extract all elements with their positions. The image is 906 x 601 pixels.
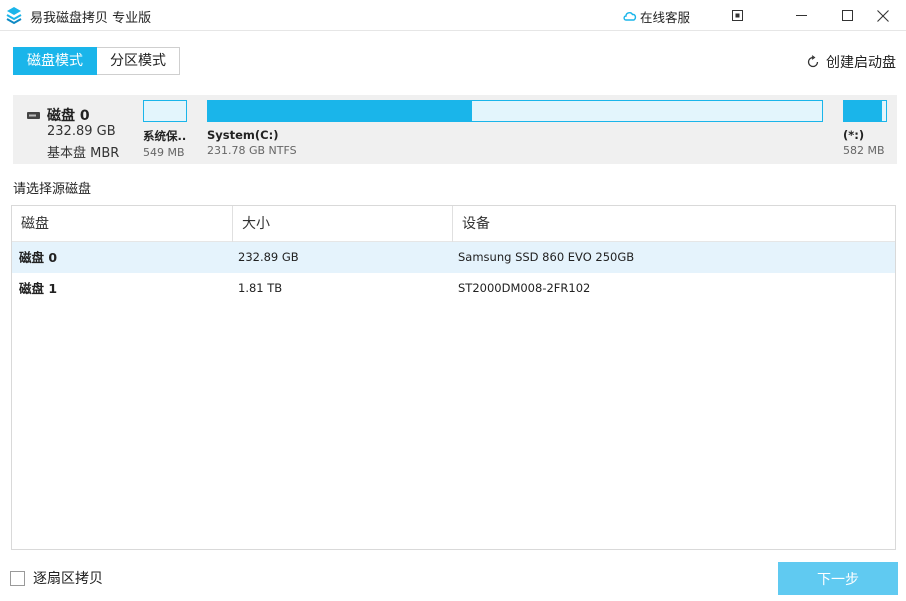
- sector-by-sector-label: 逐扇区拷贝: [33, 571, 103, 587]
- close-button[interactable]: [860, 0, 906, 31]
- partition-info: 549 MB ...: [143, 146, 187, 159]
- disk-table: 磁盘 大小 设备 磁盘 0 232.89 GB Samsung SSD 860 …: [11, 205, 896, 550]
- minimize-button[interactable]: [778, 0, 824, 31]
- mode-tabs: 磁盘模式 分区模式: [13, 47, 180, 75]
- partition-unlabeled[interactable]: (*:) 582 MB ...: [843, 100, 887, 157]
- pin-window-icon: [731, 10, 743, 21]
- partition-info: 231.78 GB NTFS: [207, 144, 297, 157]
- partition-info: 582 MB ...: [843, 144, 887, 157]
- partition-name: System(C:): [207, 128, 279, 142]
- select-source-disk-label: 请选择源磁盘: [13, 182, 92, 197]
- tab-disk-mode[interactable]: 磁盘模式: [13, 47, 97, 75]
- table-row[interactable]: 磁盘 0 232.89 GB Samsung SSD 860 EVO 250GB: [12, 242, 895, 273]
- disk-name: 磁盘 0: [47, 108, 90, 124]
- app-logo-icon: [6, 7, 22, 25]
- minimize-icon: [795, 15, 807, 16]
- refresh-disc-icon: [807, 55, 819, 68]
- partition-usage-bar: [843, 100, 887, 122]
- title-bar: 易我磁盘拷贝 专业版 在线客服: [0, 0, 906, 31]
- create-boot-disk-label: 创建启动盘: [826, 55, 896, 71]
- pin-window-button[interactable]: [714, 0, 760, 31]
- partition-usage-fill: [844, 101, 882, 121]
- partition-system-c[interactable]: System(C:) 231.78 GB NTFS: [207, 100, 823, 157]
- window-title: 易我磁盘拷贝 专业版: [30, 11, 152, 26]
- partition-system-reserved[interactable]: 系统保... 549 MB ...: [143, 100, 187, 159]
- column-header-device[interactable]: 设备: [452, 206, 895, 242]
- row-size: 232.89 GB: [238, 250, 299, 264]
- partition-usage-fill: [208, 101, 473, 121]
- row-size: 1.81 TB: [238, 281, 283, 295]
- column-header-disk[interactable]: 磁盘: [12, 206, 233, 242]
- online-support-link[interactable]: 在线客服: [622, 6, 690, 26]
- cloud-chat-icon: [623, 12, 637, 21]
- partition-name: (*:): [843, 128, 865, 142]
- disk-map: 磁盘 0 232.89 GB 基本盘 MBR 系统保... 549 MB ...…: [13, 95, 897, 164]
- disk-type: 基本盘 MBR: [47, 146, 120, 161]
- row-disk: 磁盘 0: [19, 250, 58, 265]
- next-button[interactable]: 下一步: [778, 562, 898, 595]
- create-boot-disk-button[interactable]: 创建启动盘: [806, 52, 896, 72]
- close-icon: [877, 9, 889, 22]
- partition-name: 系统保...: [143, 129, 187, 143]
- table-row[interactable]: 磁盘 1 1.81 TB ST2000DM008-2FR102: [12, 273, 895, 304]
- table-header: 磁盘 大小 设备: [12, 206, 895, 242]
- row-disk: 磁盘 1: [19, 281, 58, 296]
- maximize-icon: [841, 10, 853, 21]
- partition-usage-bar: [143, 100, 187, 122]
- tab-partition-mode[interactable]: 分区模式: [97, 47, 180, 75]
- online-support-label: 在线客服: [640, 9, 691, 25]
- hard-disk-icon: [27, 112, 40, 119]
- partition-usage-bar: [207, 100, 823, 122]
- sector-by-sector-option[interactable]: 逐扇区拷贝: [10, 568, 103, 588]
- row-device: ST2000DM008-2FR102: [458, 281, 591, 295]
- column-header-size[interactable]: 大小: [232, 206, 453, 242]
- disk-size: 232.89 GB: [47, 124, 116, 139]
- row-device: Samsung SSD 860 EVO 250GB: [458, 250, 635, 264]
- sector-by-sector-checkbox[interactable]: [10, 570, 25, 586]
